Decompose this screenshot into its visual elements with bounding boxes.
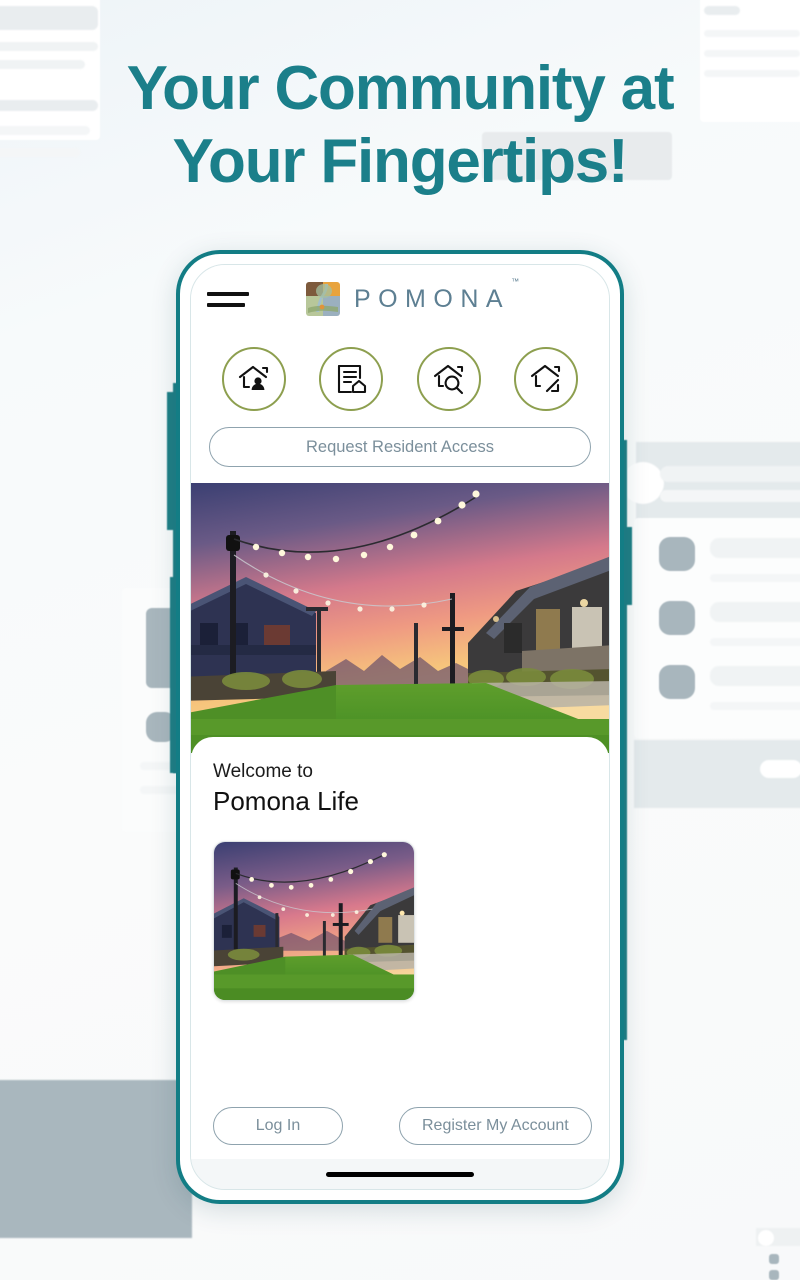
login-button[interactable]: Log In [213,1107,343,1145]
phone-screen: POMONA™ Request Resident Access Welcome … [190,264,610,1190]
bg-thumb [769,1254,779,1264]
page-headline: Your Community at Your Fingertips! [0,52,800,198]
house-search-icon[interactable] [416,347,481,411]
welcome-card: Welcome to Pomona Life Log In Register M… [191,737,609,1159]
bg-pill [760,760,800,778]
app-header: POMONA™ [191,265,609,333]
bg-bar [710,602,800,622]
quick-actions-row [191,333,609,417]
trademark-mark: ™ [511,277,520,287]
bg-bar [704,30,800,37]
app-logo-text: POMONA™ [353,277,520,313]
page-root: Your Community at Your Fingertips! POMON… [0,0,800,1280]
bg-avatar-circle [758,1230,774,1246]
bg-bar [0,42,98,51]
house-person-icon[interactable] [221,347,286,411]
bg-bar [660,490,800,502]
register-account-button[interactable]: Register My Account [399,1107,592,1145]
phone-mockup: POMONA™ Request Resident Access Welcome … [176,250,624,1204]
welcome-greeting: Welcome to [213,761,313,782]
bg-bar [710,702,800,710]
bg-bar [710,574,800,582]
bg-bar [710,638,800,646]
house-arrow-icon[interactable] [514,347,579,411]
bg-bar [710,666,800,686]
pomona-logo-mark-icon [305,282,340,316]
app-logo[interactable]: POMONA™ [249,277,593,316]
home-indicator [191,1159,609,1189]
bg-bar [0,6,98,30]
home-indicator-bar[interactable] [326,1171,474,1177]
hero-image [191,483,609,753]
bg-block-bottomleft [0,1080,192,1238]
bg-avatar-circle [622,462,664,504]
welcome-thumbnail[interactable] [213,841,415,1001]
request-access-row: Request Resident Access [191,417,609,483]
hamburger-icon[interactable] [207,291,249,307]
bg-thumb [659,665,695,699]
document-house-icon[interactable] [319,347,384,411]
bg-bar [660,466,800,482]
headline-line-1: Your Community at [126,54,675,123]
bg-bar [710,538,800,558]
welcome-title: Pomona Life [213,786,359,816]
auth-buttons-row: Log In Register My Account [213,1107,592,1159]
bg-thumb [769,1270,779,1280]
bg-thumb [659,601,695,635]
bg-thumb [659,537,695,571]
request-resident-access-button[interactable]: Request Resident Access [209,427,591,467]
bg-bar [704,6,740,15]
headline-line-2: Your Fingertips! [172,127,629,197]
